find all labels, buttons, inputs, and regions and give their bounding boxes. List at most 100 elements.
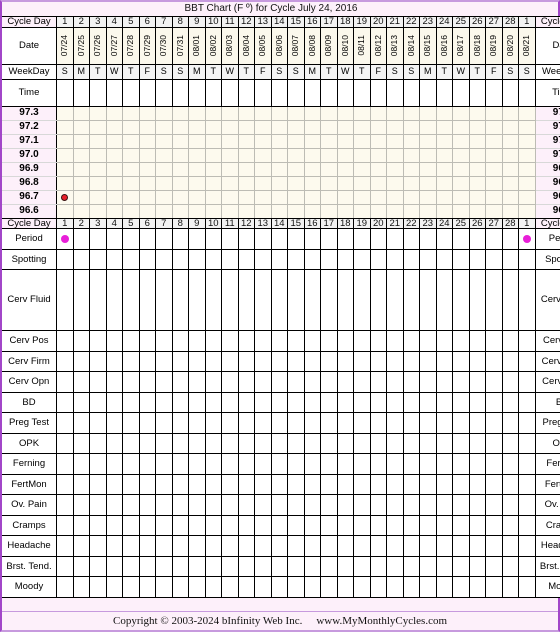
symptom-cell-cerv_firm-d24[interactable] — [435, 350, 453, 372]
temp-cell-d3-96.9[interactable] — [89, 161, 107, 177]
time-cell-14[interactable] — [270, 78, 288, 107]
period-marker[interactable] — [522, 234, 531, 243]
symptom-cell-headache-d6[interactable] — [138, 535, 156, 557]
temp-cell-d21-96.6[interactable] — [386, 203, 404, 219]
symptom-cell-period-d14[interactable] — [270, 228, 288, 250]
symptom-cell-ferning-d19[interactable] — [353, 453, 371, 475]
temp-cell-d7-96.8[interactable] — [155, 175, 173, 191]
symptom-cell-spotting-d9[interactable] — [188, 248, 206, 270]
symptom-cell-spotting-d27[interactable] — [485, 248, 503, 270]
symptom-cell-headache-d22[interactable] — [402, 535, 420, 557]
symptom-cell-cramps-d11[interactable] — [221, 514, 239, 536]
symptom-cell-period-d11[interactable] — [221, 228, 239, 250]
symptom-cell-cramps-d4[interactable] — [105, 514, 123, 536]
temp-cell-d4-96.7[interactable] — [105, 189, 123, 205]
cycle-day-cell-22[interactable]: 22 — [402, 16, 420, 28]
cycle-day-cell-23[interactable]: 23 — [419, 16, 437, 28]
date-cell-21[interactable]: 08/13 — [386, 26, 404, 65]
symptom-cell-spotting-d24[interactable] — [435, 248, 453, 270]
temp-cell-d2-96.7[interactable] — [72, 189, 90, 205]
symptom-cell-cerv_firm-d3[interactable] — [89, 350, 107, 372]
symptom-cell-moody-d29[interactable] — [518, 576, 536, 598]
symptom-cell-period-d7[interactable] — [155, 228, 173, 250]
symptom-cell-period-d1[interactable] — [56, 228, 74, 250]
temp-cell-d3-97.1[interactable] — [89, 133, 107, 149]
symptom-cell-cerv_pos-d4[interactable] — [105, 330, 123, 352]
time-cell-17[interactable] — [320, 78, 338, 107]
weekday-cell-13[interactable]: F — [254, 63, 272, 80]
symptom-cell-period-d17[interactable] — [320, 228, 338, 250]
temp-cell-d27-97.2[interactable] — [485, 119, 503, 135]
symptom-cell-opk-d14[interactable] — [270, 432, 288, 454]
temp-cell-d25-97.2[interactable] — [452, 119, 470, 135]
cycle-day-cell-26[interactable]: 26 — [468, 16, 486, 28]
temp-cell-d12-97.1[interactable] — [237, 133, 255, 149]
symptom-cell-headache-d14[interactable] — [270, 535, 288, 557]
symptom-cell-ferning-d15[interactable] — [287, 453, 305, 475]
temp-cell-d21-96.8[interactable] — [386, 175, 404, 191]
symptom-cell-preg_test-d16[interactable] — [303, 412, 321, 434]
temp-cell-d28-96.8[interactable] — [501, 175, 519, 191]
symptom-cell-cerv_fluid-d7[interactable] — [155, 269, 173, 331]
cycle-day-cell-4[interactable]: 4 — [105, 217, 123, 229]
symptom-cell-fertmon-d2[interactable] — [72, 473, 90, 495]
symptom-cell-cerv_opn-d29[interactable] — [518, 371, 536, 393]
symptom-cell-ov_pain-d8[interactable] — [171, 494, 189, 516]
symptom-cell-cerv_opn-d15[interactable] — [287, 371, 305, 393]
symptom-cell-ferning-d8[interactable] — [171, 453, 189, 475]
symptom-cell-cerv_firm-d26[interactable] — [468, 350, 486, 372]
weekday-cell-25[interactable]: W — [452, 63, 470, 80]
bbt-data-point[interactable] — [61, 193, 69, 201]
symptom-cell-headache-d13[interactable] — [254, 535, 272, 557]
symptom-cell-cerv_firm-d29[interactable] — [518, 350, 536, 372]
time-cell-2[interactable] — [72, 78, 90, 107]
symptom-cell-cerv_firm-d7[interactable] — [155, 350, 173, 372]
temp-cell-d23-97.1[interactable] — [419, 133, 437, 149]
symptom-cell-ov_pain-d10[interactable] — [204, 494, 222, 516]
temp-cell-d11-96.8[interactable] — [221, 175, 239, 191]
symptom-cell-period-d15[interactable] — [287, 228, 305, 250]
symptom-cell-headache-d1[interactable] — [56, 535, 74, 557]
symptom-cell-cramps-d19[interactable] — [353, 514, 371, 536]
temp-cell-d29-96.9[interactable] — [518, 161, 536, 177]
symptom-cell-period-d18[interactable] — [336, 228, 354, 250]
symptom-cell-bd-d16[interactable] — [303, 391, 321, 413]
symptom-cell-cerv_fluid-d28[interactable] — [501, 269, 519, 331]
temp-cell-d17-97.0[interactable] — [320, 147, 338, 163]
date-cell-25[interactable]: 08/17 — [452, 26, 470, 65]
symptom-cell-moody-d19[interactable] — [353, 576, 371, 598]
cycle-day-cell-15[interactable]: 15 — [287, 217, 305, 229]
temp-cell-d22-96.6[interactable] — [402, 203, 420, 219]
temp-cell-d18-97.3[interactable] — [336, 105, 354, 121]
symptom-cell-ferning-d7[interactable] — [155, 453, 173, 475]
symptom-cell-opk-d16[interactable] — [303, 432, 321, 454]
symptom-cell-ferning-d2[interactable] — [72, 453, 90, 475]
cycle-day-cell-24[interactable]: 24 — [435, 16, 453, 28]
temp-cell-d19-96.8[interactable] — [353, 175, 371, 191]
symptom-cell-ferning-d18[interactable] — [336, 453, 354, 475]
temp-cell-d13-96.9[interactable] — [254, 161, 272, 177]
temp-cell-d29-96.8[interactable] — [518, 175, 536, 191]
temp-cell-d23-97.2[interactable] — [419, 119, 437, 135]
date-cell-23[interactable]: 08/15 — [419, 26, 437, 65]
symptom-cell-headache-d23[interactable] — [419, 535, 437, 557]
temp-cell-d5-97.2[interactable] — [122, 119, 140, 135]
temp-cell-d9-97.1[interactable] — [188, 133, 206, 149]
symptom-cell-preg_test-d21[interactable] — [386, 412, 404, 434]
symptom-cell-cerv_opn-d19[interactable] — [353, 371, 371, 393]
symptom-cell-cerv_opn-d10[interactable] — [204, 371, 222, 393]
temp-cell-d25-96.9[interactable] — [452, 161, 470, 177]
temp-cell-d19-97.0[interactable] — [353, 147, 371, 163]
symptom-cell-cerv_opn-d20[interactable] — [369, 371, 387, 393]
symptom-cell-spotting-d13[interactable] — [254, 248, 272, 270]
temp-cell-d7-96.7[interactable] — [155, 189, 173, 205]
temp-cell-d16-96.9[interactable] — [303, 161, 321, 177]
temp-cell-d21-96.7[interactable] — [386, 189, 404, 205]
symptom-cell-moody-d13[interactable] — [254, 576, 272, 598]
symptom-cell-cerv_pos-d22[interactable] — [402, 330, 420, 352]
symptom-cell-cerv_opn-d13[interactable] — [254, 371, 272, 393]
symptom-cell-cerv_opn-d9[interactable] — [188, 371, 206, 393]
symptom-cell-brst_tend-d5[interactable] — [122, 555, 140, 577]
symptom-cell-opk-d24[interactable] — [435, 432, 453, 454]
symptom-cell-period-d27[interactable] — [485, 228, 503, 250]
